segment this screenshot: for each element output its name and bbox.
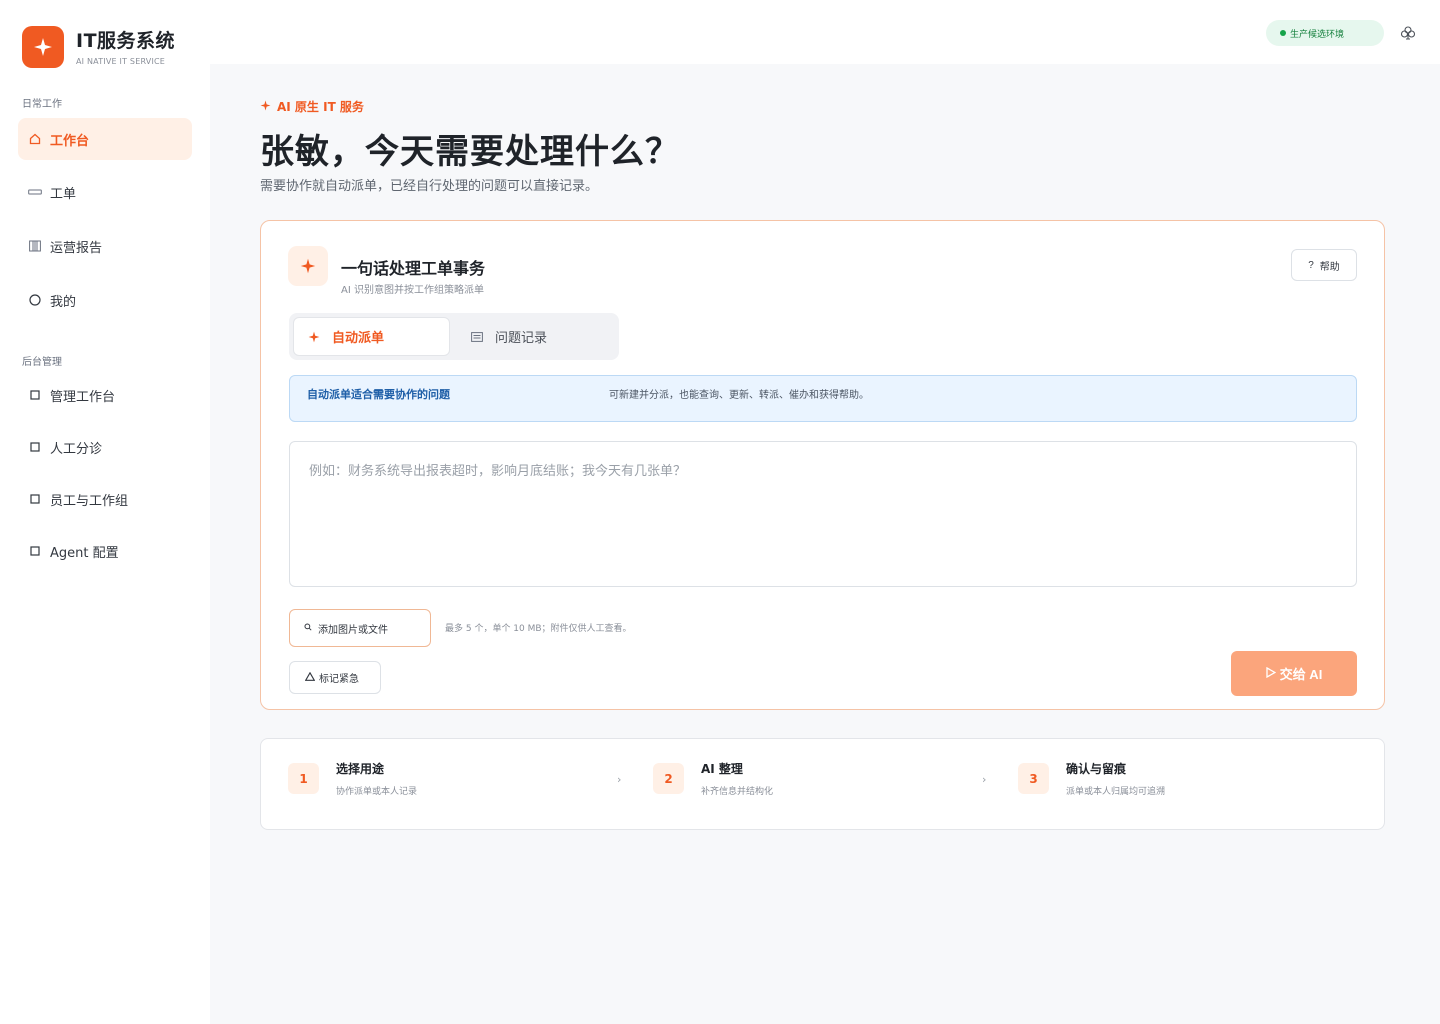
sparkle-icon — [260, 100, 271, 114]
hero-eyebrow-label: AI 原生 IT 服务 — [277, 100, 364, 114]
step-title: 确认与留痕 — [1066, 762, 1127, 776]
tab-label: 问题记录 — [495, 331, 548, 346]
chevron-right-icon: › — [982, 773, 987, 786]
step-number: 3 — [1018, 763, 1049, 794]
info-title: 自动派单适合需要协作的问题 — [307, 388, 450, 401]
sidebar-item-mine[interactable]: 我的 — [18, 279, 192, 321]
step-description: 补齐信息并结构化 — [701, 787, 774, 797]
sidebar-item-label: 工作台 — [50, 133, 90, 149]
attach-label: 添加图片或文件 — [318, 624, 388, 636]
help-label: 帮助 — [1319, 261, 1340, 273]
sidebar: IT服务系统 AI NATIVE IT SERVICE 日常工作 工作台 工单 … — [0, 0, 210, 1024]
submit-to-ai-button[interactable]: 交给 AI — [1231, 651, 1357, 696]
sidebar-item-dashboard[interactable]: 工作台 — [18, 118, 192, 160]
sidebar-item-label: 员工与工作组 — [50, 493, 129, 509]
process-steps: 1 选择用途 协作派单或本人记录 › 2 AI 整理 补齐信息并结构化 › 3 … — [260, 738, 1385, 830]
info-description: 可新建并分派，也能查询、更新、转派、催办和获得帮助。 — [609, 390, 869, 401]
sidebar-item-label: 运营报告 — [50, 240, 103, 256]
step-description: 派单或本人归属均可追溯 — [1066, 787, 1166, 797]
mode-tabs: 自动派单 问题记录 — [289, 313, 619, 360]
step-number: 1 — [288, 763, 319, 794]
tab-auto-dispatch[interactable]: 自动派单 — [293, 317, 450, 356]
brand-subtitle: AI NATIVE IT SERVICE — [76, 56, 166, 66]
ticket-icon — [28, 185, 42, 199]
hero-eyebrow: AI 原生 IT 服务 — [260, 98, 364, 115]
club-icon[interactable] — [1400, 25, 1416, 41]
report-icon — [28, 239, 42, 253]
submit-label: 交给 AI — [1279, 667, 1323, 682]
attach-file-button[interactable]: 添加图片或文件 — [289, 609, 431, 647]
sidebar-item-admin-dashboard[interactable]: 管理工作台 — [18, 374, 192, 416]
step-title: 选择用途 — [336, 762, 385, 776]
info-banner: 自动派单适合需要协作的问题 可新建并分派，也能查询、更新、转派、催办和获得帮助。 — [289, 375, 1357, 422]
play-icon — [1266, 666, 1277, 681]
search-icon — [304, 622, 312, 634]
environment-label: 生产候选环境 — [1290, 29, 1345, 40]
sparkle-icon — [300, 258, 316, 274]
ticket-composer-card: 一句话处理工单事务 AI 识别意图并按工作组策略派单 ? 帮助 自动派单 问题记… — [260, 220, 1385, 710]
sidebar-item-label: Agent 配置 — [50, 545, 119, 561]
step-item: 2 AI 整理 补齐信息并结构化 — [653, 762, 774, 797]
step-item: 1 选择用途 协作派单或本人记录 — [288, 762, 418, 797]
home-icon — [28, 132, 42, 146]
chevron-right-icon: › — [617, 773, 622, 786]
sidebar-item-staff-groups[interactable]: 员工与工作组 — [18, 478, 192, 520]
warning-icon — [304, 671, 316, 684]
mark-urgent-button[interactable]: 标记紧急 — [289, 661, 381, 694]
brand-title: IT服务系统 — [76, 29, 176, 52]
user-circle-icon — [28, 293, 42, 307]
environment-badge: 生产候选环境 — [1266, 20, 1384, 46]
step-number: 2 — [653, 763, 684, 794]
sidebar-item-tickets[interactable]: 工单 — [18, 171, 192, 213]
nav-section-daily: 日常工作 — [22, 99, 62, 110]
step-description: 协作派单或本人记录 — [336, 787, 418, 797]
card-subtitle: AI 识别意图并按工作组策略派单 — [341, 285, 484, 296]
urgent-label: 标记紧急 — [319, 674, 359, 685]
square-icon — [28, 492, 42, 506]
nav-section-admin: 后台管理 — [22, 357, 62, 368]
sidebar-item-reports[interactable]: 运营报告 — [18, 225, 192, 267]
sparkle-icon — [34, 38, 52, 56]
sidebar-item-label: 人工分诊 — [50, 441, 103, 457]
square-icon — [28, 388, 42, 402]
sidebar-item-triage[interactable]: 人工分诊 — [18, 426, 192, 468]
brand[interactable]: IT服务系统 AI NATIVE IT SERVICE — [22, 26, 175, 68]
sidebar-item-agent-config[interactable]: Agent 配置 — [18, 530, 192, 572]
step-title: AI 整理 — [701, 762, 743, 776]
sidebar-item-label: 管理工作台 — [50, 389, 116, 405]
page-title: 张敏，今天需要处理什么？ — [260, 132, 680, 172]
sidebar-item-label: 工单 — [50, 186, 77, 202]
help-button[interactable]: ? 帮助 — [1291, 249, 1357, 281]
tab-issue-record[interactable]: 问题记录 — [469, 317, 609, 356]
topbar — [210, 0, 1440, 64]
list-icon — [471, 331, 483, 342]
question-icon: ? — [1308, 259, 1314, 271]
sidebar-item-label: 我的 — [50, 294, 77, 310]
square-icon — [28, 440, 42, 454]
page-subtitle: 需要协作就自动派单，已经自行处理的问题可以直接记录。 — [260, 179, 599, 194]
card-icon — [288, 246, 328, 286]
status-dot — [1280, 30, 1286, 36]
request-input[interactable] — [289, 441, 1357, 587]
attach-hint: 最多 5 个，单个 10 MB；附件仅供人工查看。 — [445, 624, 632, 634]
tab-label: 自动派单 — [332, 331, 385, 346]
square-icon — [28, 544, 42, 558]
card-title: 一句话处理工单事务 — [341, 259, 486, 278]
brand-logo — [22, 26, 64, 68]
sparkle-icon — [308, 331, 320, 343]
step-item: 3 确认与留痕 派单或本人归属均可追溯 — [1018, 762, 1166, 797]
